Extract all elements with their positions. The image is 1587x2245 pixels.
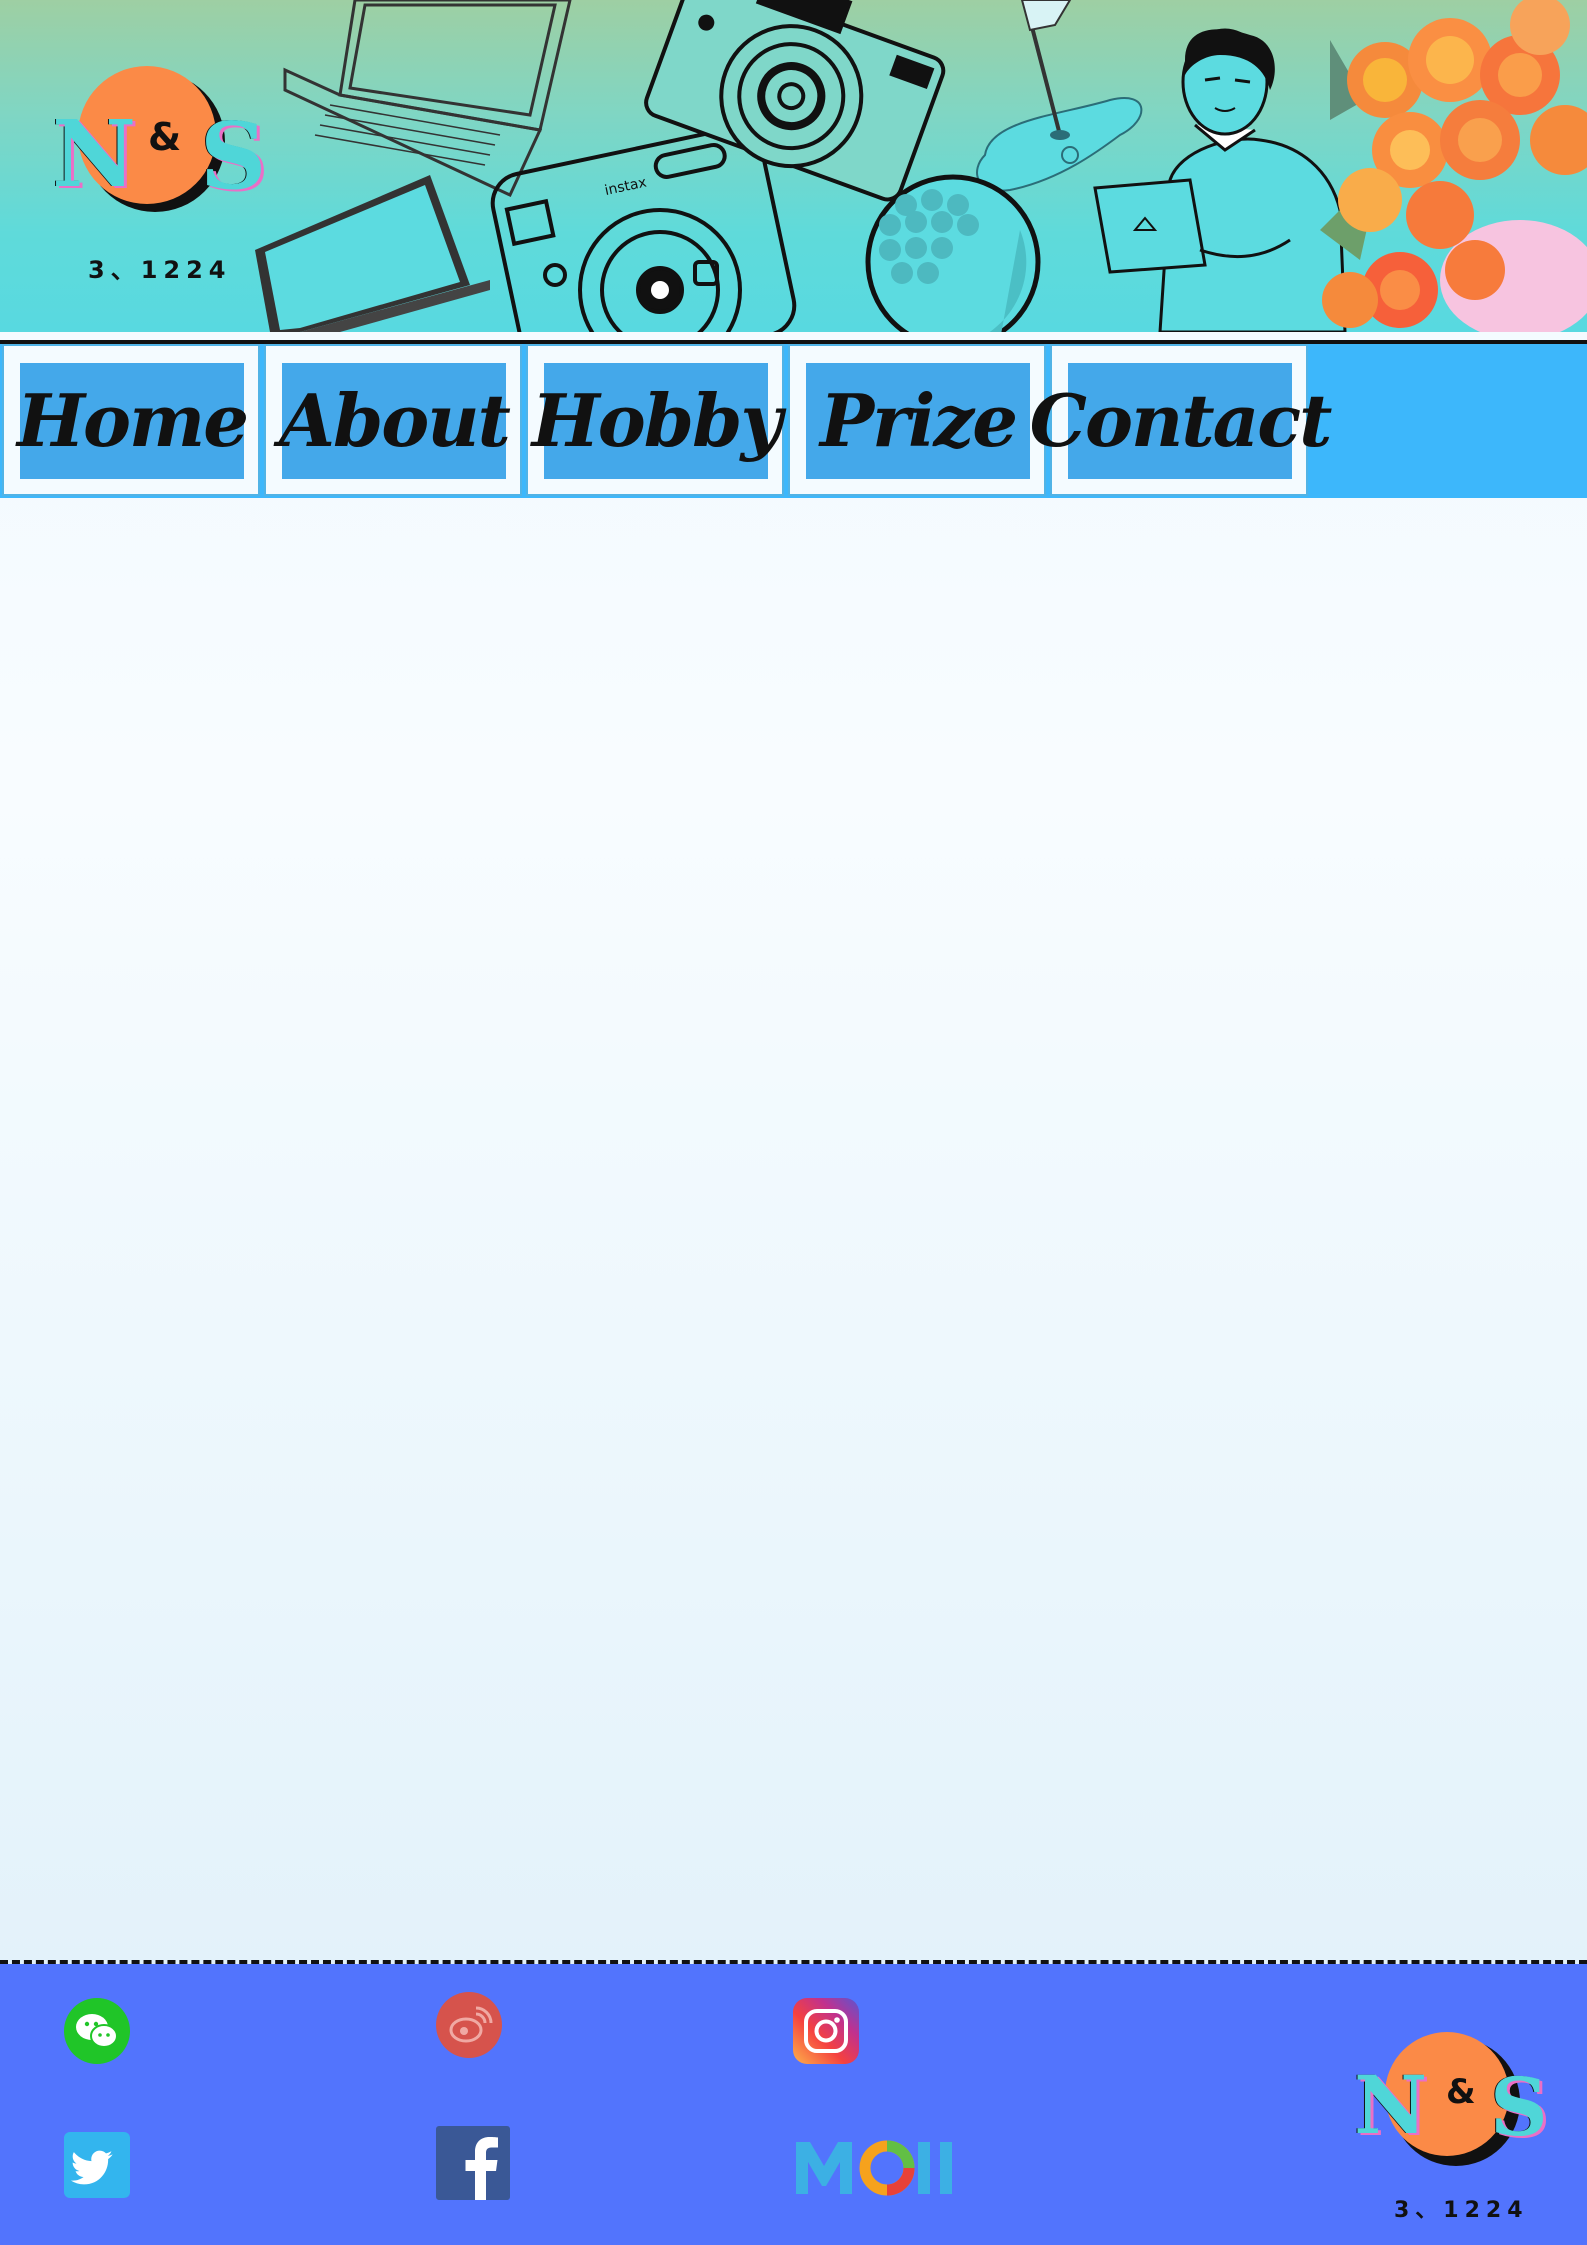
main-content-area [0,498,1587,1960]
camera-illustration [644,0,946,202]
logo-date: 3、1224 [1394,2198,1529,2223]
wechat-icon[interactable] [64,1998,130,2064]
header-logo[interactable]: N & S 3、1224 [40,60,270,290]
nav-label: Hobby [531,378,783,463]
logo-letter-n: N [52,100,137,208]
nav-button-hobby[interactable]: Hobby [532,363,782,479]
laptop-cyan-illustration [255,175,490,332]
nav-button-prize[interactable]: Prize [806,363,1030,479]
twitter-icon[interactable] [64,2132,130,2198]
nav-label: Contact [1029,378,1333,463]
nav-item-about[interactable]: About [264,344,522,496]
nav-label: Prize [819,378,1018,463]
logo-ampersand: & [1446,2072,1476,2112]
moji-logo[interactable] [792,2136,970,2198]
main-nav: Home About Hobby Prize Contact [0,344,1587,498]
footer-logo[interactable]: N & S 3、1224 [1350,2030,1550,2240]
golf-ball-illustration [865,174,1041,332]
person-with-laptop-illustration [1093,28,1347,332]
nav-item-home[interactable]: Home [2,344,260,496]
nav-item-contact[interactable]: Contact [1030,344,1332,496]
footer: N & S 3、1224 [0,1964,1587,2245]
laptop-outline-illustration [283,0,572,197]
logo-letter-s: S [1490,2060,1548,2154]
header-banner: instax N & S 3、1224 [0,0,1587,332]
nav-button-about[interactable]: About [279,363,511,479]
nav-label: About [279,378,511,463]
instagram-icon[interactable] [793,1998,859,2064]
logo-ampersand: & [148,115,182,159]
logo-date: 3、1224 [88,256,232,284]
flower-bouquet-illustration [1320,0,1587,332]
nav-button-home[interactable]: Home [16,363,249,479]
svg-text:instax: instax [603,175,648,199]
facebook-icon[interactable] [436,2126,510,2200]
golf-flag-illustration [976,0,1143,192]
nav-button-contact[interactable]: Contact [1030,363,1332,479]
weibo-icon[interactable] [436,1992,502,2058]
logo-letter-s: S [200,102,267,210]
logo-letter-n: N [1354,2058,1428,2152]
nav-label: Home [16,378,249,463]
nav-item-prize[interactable]: Prize [788,344,1046,496]
nav-item-hobby[interactable]: Hobby [526,344,784,496]
